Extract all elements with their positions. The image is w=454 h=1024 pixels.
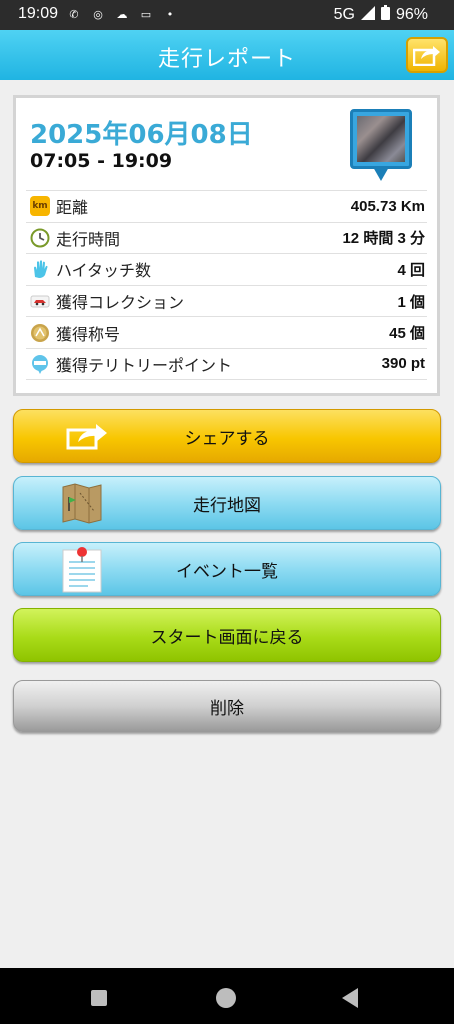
delete-button[interactable]: 削除 [13,680,441,732]
spot-icon [30,354,50,374]
drive-map-button[interactable]: 走行地図 [13,476,441,530]
report-date: 2025年06月08日 [30,120,253,150]
stat-value: 45 個 [389,325,425,343]
clock-icon [30,228,50,248]
stat-label: 距離 [56,198,89,218]
stat-value: 1 個 [397,293,425,311]
home-icon[interactable] [216,988,236,1008]
network-label: 5G [333,6,355,23]
wifi-calling-icon: ✆ [69,7,79,21]
report-card: 2025年06月08日 07:05 - 19:09 km 距離 405.73 K… [13,95,440,396]
stat-value: 405.73 Km [350,197,425,215]
photo-image [357,116,405,162]
app-header: 走行レポート [0,30,454,80]
notepad-icon [60,543,104,595]
stat-row-drive-time: 走行時間 12 時間 3 分 [26,221,427,254]
delete-label: 削除 [210,698,244,719]
car-icon [30,291,50,311]
system-nav-bar [0,968,454,1024]
weather-icon: ☁ [116,7,128,21]
drive-map-label: 走行地図 [193,495,261,516]
km-icon: km [30,196,50,217]
stat-label: 獲得コレクション [56,293,185,313]
recents-icon[interactable] [91,990,107,1006]
app-notification-icon: ▭ [140,7,152,21]
status-bar: 19:09 ✆ ◎ ☁ ▭ • 5G 96% [0,0,454,30]
share-button-label: シェアする [184,428,270,449]
stats-list: km 距離 405.73 Km 走行時間 12 時間 3 分 ハイタッチ数 4 … [26,190,427,380]
photo-thumbnail[interactable] [350,109,412,185]
stat-row-territory-points: 獲得テリトリーポイント 390 pt [26,347,427,380]
back-to-start-button[interactable]: スタート画面に戻る [13,608,441,662]
dot-icon: • [166,7,174,21]
hand-icon [30,259,50,279]
status-time: 19:09 [18,5,59,22]
stat-row-titles: 獲得称号 45 個 [26,316,427,348]
stat-value: 12 時間 3 分 [342,230,425,248]
event-list-button[interactable]: イベント一覧 [13,542,441,596]
share-icon [413,46,440,66]
status-icons: ✆ ◎ ☁ ▭ • [66,6,178,22]
share-icon [66,410,110,462]
stat-value: 390 pt [381,355,425,373]
stat-label: ハイタッチ数 [56,261,152,281]
stat-row-high-touch: ハイタッチ数 4 回 [26,253,427,285]
stat-label: 獲得テリトリーポイント [56,355,233,375]
back-icon[interactable] [342,988,358,1008]
medal-icon [30,323,50,343]
stat-label: 獲得称号 [56,324,121,344]
battery-icon [380,5,390,25]
stat-label: 走行時間 [56,229,121,249]
signal-icon [360,5,375,25]
status-right: 5G 96% [334,5,428,25]
share-header-button[interactable] [406,37,448,73]
stat-row-collection: 獲得コレクション 1 個 [26,284,427,317]
globe-icon: ◎ [93,7,103,21]
page-title: 走行レポート [157,47,296,72]
stat-value: 4 回 [397,261,425,279]
battery-level: 96% [395,6,428,23]
map-icon [60,477,104,529]
stat-row-distance: km 距離 405.73 Km [26,190,427,222]
report-time-range: 07:05 - 19:09 [30,150,173,172]
share-button[interactable]: シェアする [13,409,441,463]
back-to-start-label: スタート画面に戻る [150,627,304,648]
event-list-label: イベント一覧 [176,561,278,582]
